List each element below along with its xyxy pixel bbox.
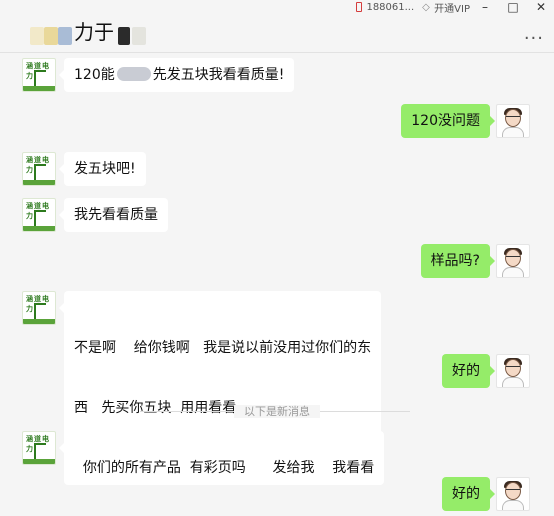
contact-avatar[interactable]: 涵道电力 [22,431,56,465]
message-text: 样品吗? [430,253,480,269]
minimize-button[interactable]: – [472,0,498,14]
phone-number: 188061... [366,1,415,13]
avatar-bar [23,459,55,464]
avatar-glasses [506,366,520,370]
incoming-message[interactable]: 你们的所有产品 有彩页吗 发给我 我看看 [58,431,385,485]
chat-title[interactable]: 力于 [74,16,114,45]
title-blur-mask [58,27,72,45]
incoming-message[interactable]: 120能 先发五块我看看质量! [58,58,295,92]
title-blur-mask [118,27,130,45]
avatar-bar [23,180,55,185]
message-text: 好的 [452,363,480,379]
avatar-body [502,377,524,387]
avatar-body [502,500,524,510]
message-text: 120没问题 [411,113,480,129]
incoming-message[interactable]: 不是啊 给你钱啊 我是说以前没用过你们的东 西 先买你五块 用用看看 [58,291,382,445]
avatar-glasses [506,489,520,493]
message-text: 好的 [452,486,480,502]
message-text-line: 不是啊 给你钱啊 我是说以前没用过你们的东 [74,340,372,356]
avatar-figure [34,443,46,460]
message-text: 我先看看质量 [74,207,158,223]
title-blur-mask [30,27,44,45]
avatar-body [502,127,524,137]
outgoing-message[interactable]: 120没问题 [401,104,495,138]
phone-icon [356,2,363,12]
vip-link[interactable]: ◇ 开通VIP [422,0,470,15]
avatar-figure [34,210,46,227]
phone-account[interactable]: 188061... [356,2,414,13]
new-messages-label: 以下是新消息 [0,403,554,419]
message-text: 120能 [74,67,115,83]
contact-avatar[interactable]: 涵道电力 [22,291,56,325]
self-avatar[interactable] [496,244,530,278]
self-avatar[interactable] [496,354,530,388]
outgoing-message[interactable]: 好的 [442,354,495,388]
avatar-bar [23,226,55,231]
diamond-icon: ◇ [422,1,430,13]
chat-header: 力于 188061... ◇ 开通VIP – □ ✕ ··· [0,0,554,53]
self-avatar[interactable] [496,104,530,138]
outgoing-message[interactable]: 好的 [442,477,495,511]
message-text: 先发五块我看看质量! [152,67,285,83]
avatar-bar [23,319,55,324]
contact-avatar[interactable]: 涵道电力 [22,198,56,232]
more-dots-icon[interactable]: ··· [524,28,544,49]
maximize-button[interactable]: □ [500,0,526,14]
close-button[interactable]: ✕ [528,0,554,14]
divider-text: 以下是新消息 [234,405,320,418]
system-strip: 188061... ◇ 开通VIP – □ ✕ [348,0,554,15]
avatar-glasses [506,256,520,260]
contact-avatar[interactable]: 涵道电力 [22,58,56,92]
message-text: 发五块吧! [74,161,136,177]
incoming-message[interactable]: 我先看看质量 [59,198,168,232]
avatar-glasses [506,116,520,120]
avatar-figure [34,164,46,181]
title-blur-mask [132,27,146,45]
title-blur-mask [44,27,58,45]
avatar-bar [23,86,55,91]
contact-avatar[interactable]: 涵道电力 [22,152,56,186]
avatar-body [502,267,524,277]
incoming-message[interactable]: 发五块吧! [59,152,146,186]
vip-label: 开通VIP [434,3,470,15]
message-text: 你们的所有产品 有彩页吗 发给我 我看看 [82,460,375,476]
avatar-figure [34,70,46,87]
outgoing-message[interactable]: 样品吗? [420,244,496,278]
avatar-figure [34,303,46,320]
blur-mask [116,67,151,81]
self-avatar[interactable] [496,477,530,511]
